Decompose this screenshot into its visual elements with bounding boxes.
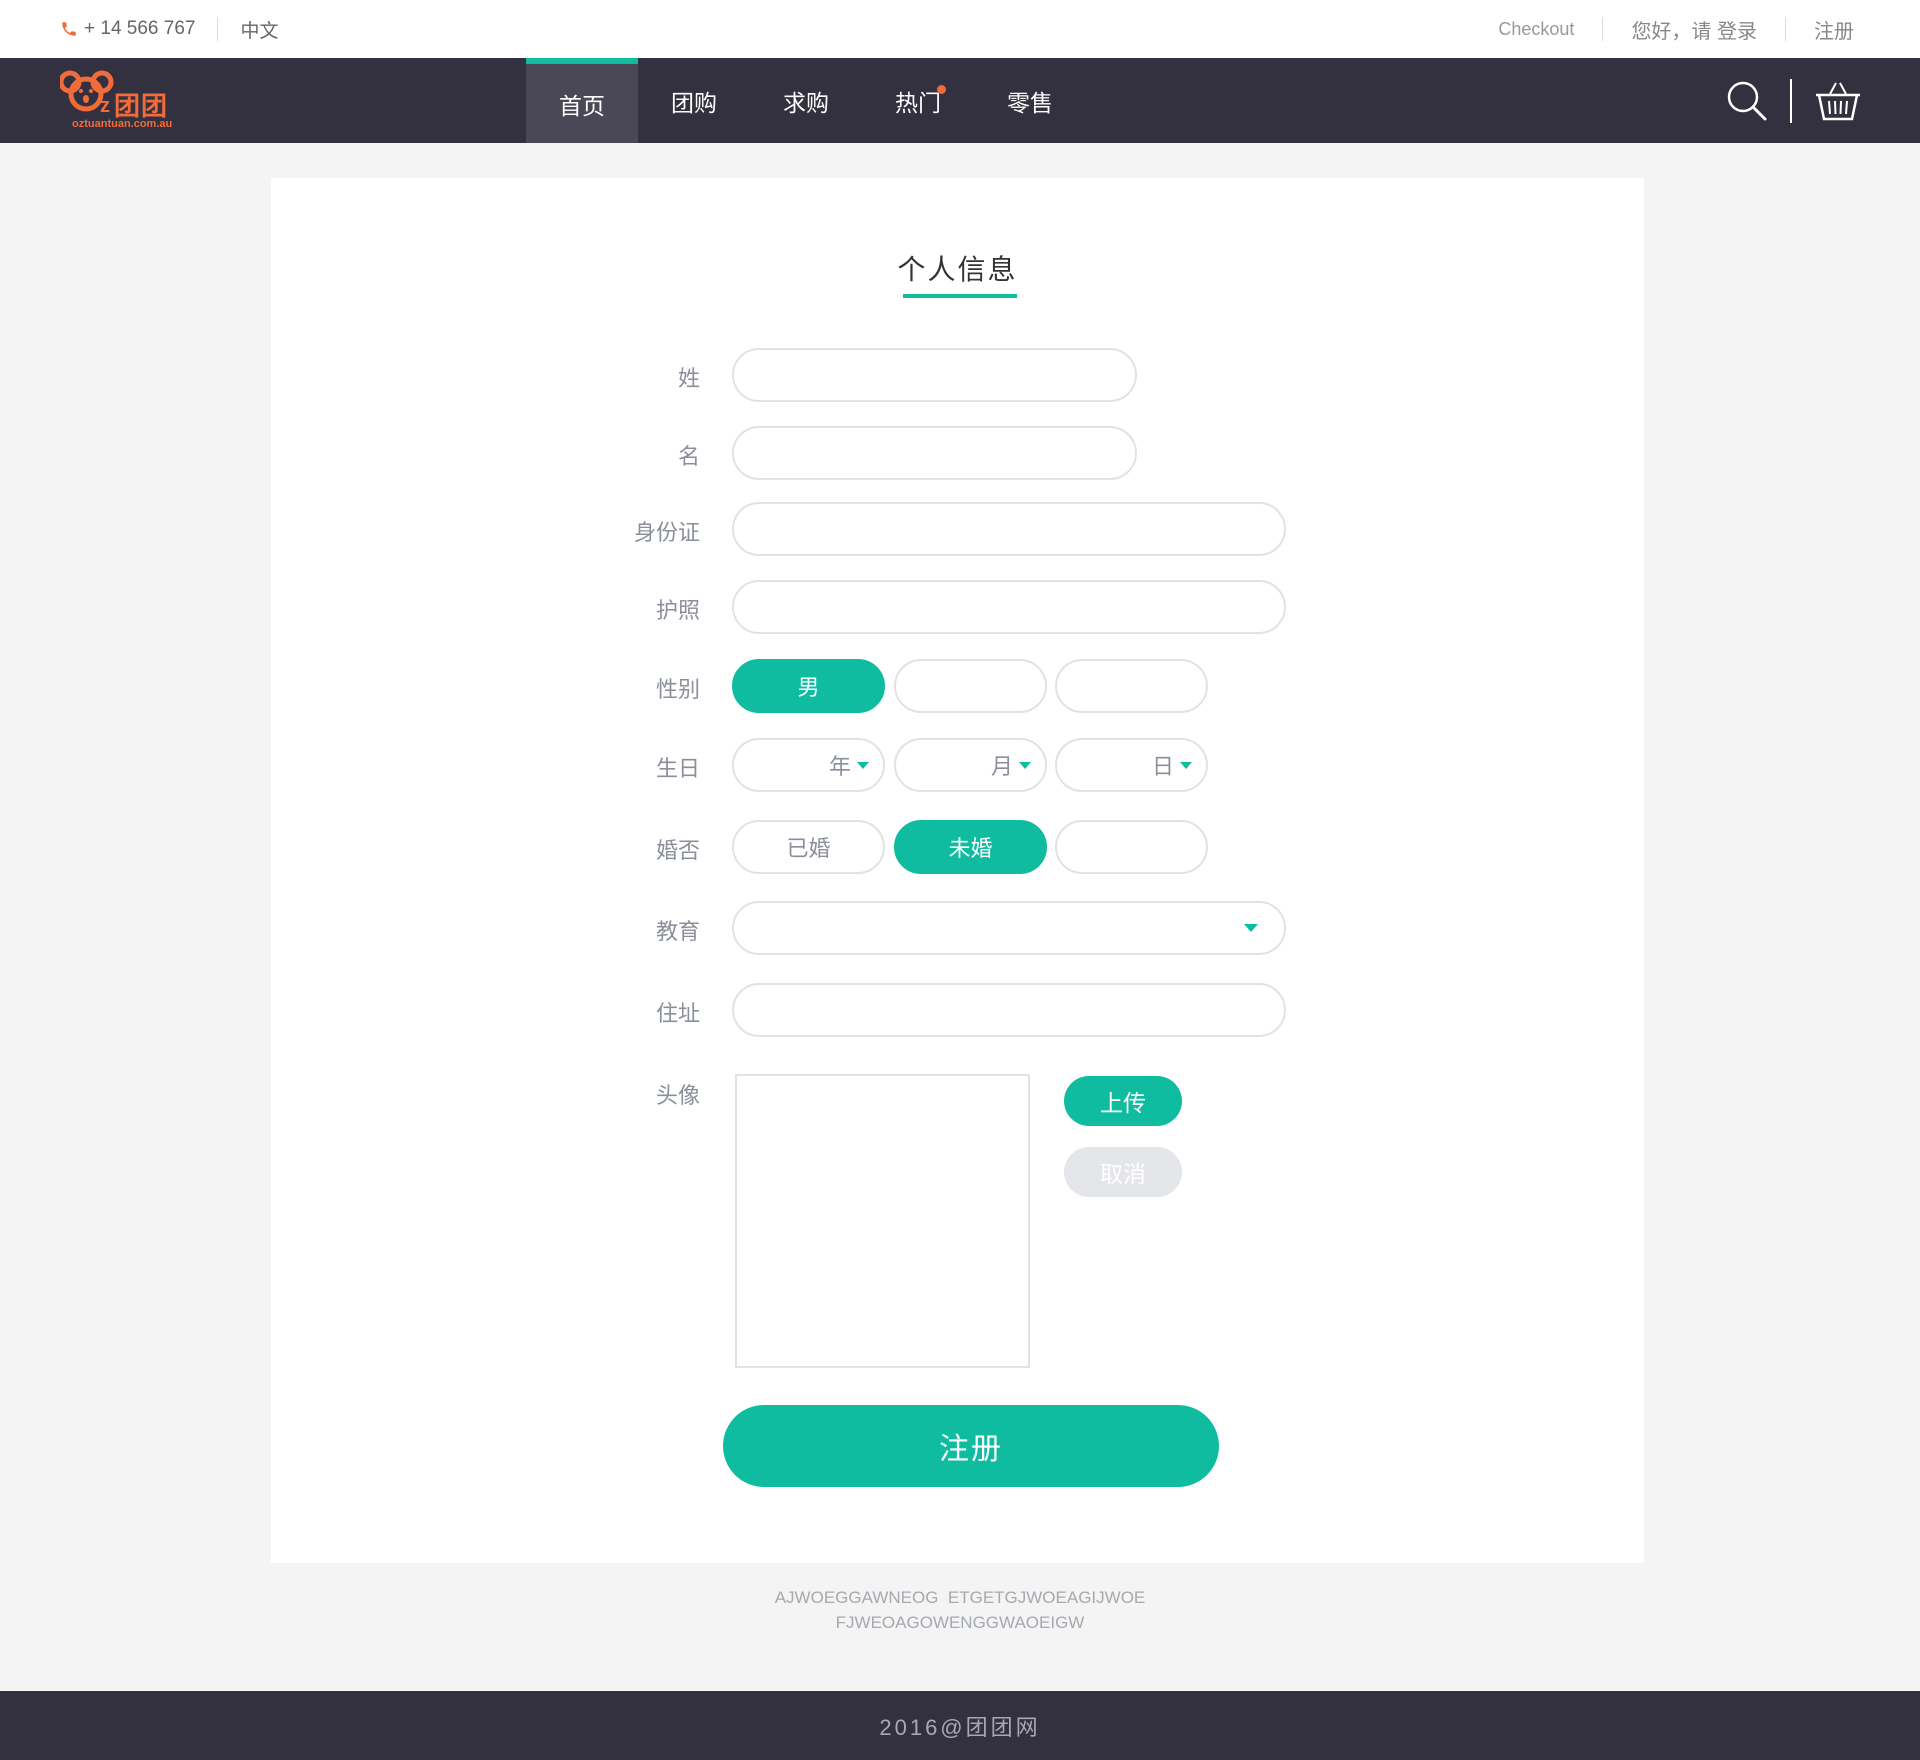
- avatar-preview: [735, 1074, 1030, 1368]
- gender-option-male[interactable]: 男: [732, 659, 885, 713]
- top-bar-left: + 14 566 767 中文: [60, 0, 278, 58]
- logo-url: oztuantuan.com.au: [72, 118, 173, 130]
- footer-line: FJWEOAGOWENGGWAOEIGW: [835, 1613, 1085, 1632]
- gender-option[interactable]: [894, 659, 1047, 713]
- phone-number: + 14 566 767: [84, 18, 196, 39]
- select-value: 日: [1151, 754, 1174, 779]
- divider: [1785, 17, 1786, 41]
- nav-item-label: 团购: [671, 89, 717, 116]
- nav-item-label: 热门: [895, 89, 941, 116]
- marital-option[interactable]: [1055, 820, 1208, 874]
- chevron-down-icon: [1244, 924, 1258, 932]
- education-label: 教育: [655, 919, 700, 944]
- nav-item-home[interactable]: 首页: [526, 58, 638, 143]
- birth-day-select[interactable]: 日: [1055, 738, 1208, 792]
- koala-logo-icon: z: [60, 70, 114, 117]
- gender-label: 性别: [655, 677, 700, 702]
- nav-menu: 首页 团购 求购 热门 零售: [526, 58, 1086, 143]
- main-nav: z 团团 oztuantuan.com.au 首页 团购 求购 热门 零售: [0, 58, 1920, 143]
- footer-bar: 2016@团团网: [0, 1691, 1920, 1760]
- submit-register-button[interactable]: 注册: [723, 1405, 1219, 1487]
- chevron-down-icon: [1180, 761, 1192, 769]
- divider: [217, 17, 219, 41]
- title-underline: [903, 294, 1017, 298]
- marital-label: 婚否: [655, 838, 700, 863]
- register-link[interactable]: 注册: [1814, 15, 1854, 44]
- address-input[interactable]: [732, 983, 1286, 1037]
- gender-option[interactable]: [1055, 659, 1208, 713]
- nav-item-label: 求购: [783, 89, 829, 116]
- given-name-label: 名: [677, 444, 700, 469]
- nav-item-label: 零售: [1007, 89, 1053, 116]
- footer-line: AJWOEGGAWNEOG ETGETGJWOEAGIJWOE: [774, 1588, 1146, 1607]
- cancel-button[interactable]: 取消: [1064, 1147, 1182, 1197]
- top-bar-right: Checkout 您好，请 登录 注册: [1498, 0, 1854, 58]
- notification-dot: [937, 85, 946, 94]
- address-label: 住址: [655, 1001, 700, 1026]
- avatar-label: 头像: [655, 1083, 700, 1108]
- id-card-input[interactable]: [732, 502, 1286, 556]
- education-select[interactable]: [732, 901, 1286, 955]
- nav-item-group-buy[interactable]: 团购: [638, 58, 750, 143]
- select-value: 年: [828, 754, 851, 779]
- nav-item-hot[interactable]: 热门: [862, 58, 974, 143]
- nav-item-label: 首页: [559, 92, 605, 119]
- nav-icons: [1726, 58, 1862, 143]
- passport-label: 护照: [655, 598, 700, 623]
- copyright: 2016@团团网: [879, 1714, 1041, 1740]
- nav-item-wanted[interactable]: 求购: [750, 58, 862, 143]
- profile-card: 个人信息 姓 名 身份证 护照 性别 男 生日 年 月 日 婚否 已婚 未婚 教…: [271, 178, 1644, 1563]
- birth-year-select[interactable]: 年: [732, 738, 885, 792]
- svg-text:z: z: [100, 95, 110, 117]
- select-value: 月: [990, 754, 1013, 779]
- footer-text: AJWOEGGAWNEOG ETGETGJWOEAGIJWOE FJWEOAGO…: [0, 1585, 1920, 1635]
- checkout-link[interactable]: Checkout: [1498, 19, 1574, 40]
- divider: [1790, 78, 1792, 123]
- birth-month-select[interactable]: 月: [894, 738, 1047, 792]
- login-link[interactable]: 您好，请 登录: [1631, 15, 1757, 44]
- passport-input[interactable]: [732, 580, 1286, 634]
- language-switch[interactable]: 中文: [240, 16, 278, 43]
- id-card-label: 身份证: [633, 520, 700, 545]
- chevron-down-icon: [857, 761, 869, 769]
- phone-icon: [62, 22, 76, 36]
- surname-input[interactable]: [732, 348, 1137, 402]
- upload-button[interactable]: 上传: [1064, 1076, 1182, 1126]
- marital-option-single[interactable]: 未婚: [894, 820, 1047, 874]
- divider: [1602, 17, 1604, 41]
- top-bar: + 14 566 767 中文 Checkout 您好，请 登录 注册: [0, 0, 1920, 58]
- page-title: 个人信息: [897, 254, 1018, 285]
- search-icon[interactable]: [1726, 80, 1768, 122]
- chevron-down-icon: [1019, 761, 1031, 769]
- marital-option-married[interactable]: 已婚: [732, 820, 885, 874]
- given-name-input[interactable]: [732, 426, 1137, 480]
- birthday-label: 生日: [655, 756, 700, 781]
- surname-label: 姓: [677, 366, 700, 391]
- cart-icon[interactable]: [1814, 80, 1862, 122]
- nav-item-retail[interactable]: 零售: [974, 58, 1086, 143]
- logo[interactable]: z 团团 oztuantuan.com.au: [60, 68, 190, 134]
